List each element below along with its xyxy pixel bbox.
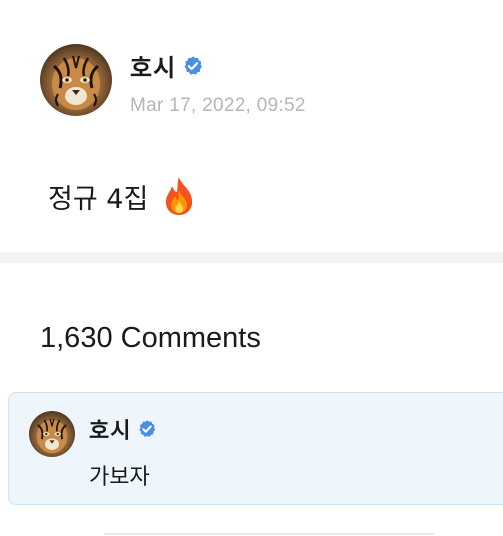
author-name[interactable]: 호시: [130, 48, 176, 83]
post-header: 호시 Mar 17, 2022, 09:52: [40, 44, 306, 117]
post-body: 정규 4집: [48, 176, 196, 216]
section-divider: [0, 252, 503, 263]
comment-item[interactable]: 호시 가보자: [8, 392, 503, 505]
comment-content: 호시 가보자: [89, 411, 157, 491]
post-text: 정규 4집: [48, 183, 149, 215]
comment-author-row: 호시: [89, 413, 157, 445]
author-block: 호시 Mar 17, 2022, 09:52: [130, 44, 306, 117]
author-avatar[interactable]: [40, 44, 112, 116]
verified-badge-icon: [137, 419, 157, 439]
comments-count: 1,630 Comments: [40, 322, 261, 354]
tiger-avatar-icon: [40, 44, 112, 116]
verified-badge-icon: [182, 55, 204, 77]
bottom-divider: [104, 533, 434, 535]
comment-author-name[interactable]: 호시: [89, 413, 131, 445]
comment-text: 가보자: [89, 465, 150, 490]
comment-author-avatar[interactable]: [29, 411, 75, 457]
fire-icon: [162, 176, 196, 216]
post-timestamp: Mar 17, 2022, 09:52: [130, 95, 306, 116]
author-row: 호시: [130, 48, 306, 83]
tiger-avatar-icon: [29, 411, 75, 457]
post-detail-page: 호시 Mar 17, 2022, 09:52 정규 4집 1,630 Comme…: [0, 0, 503, 536]
